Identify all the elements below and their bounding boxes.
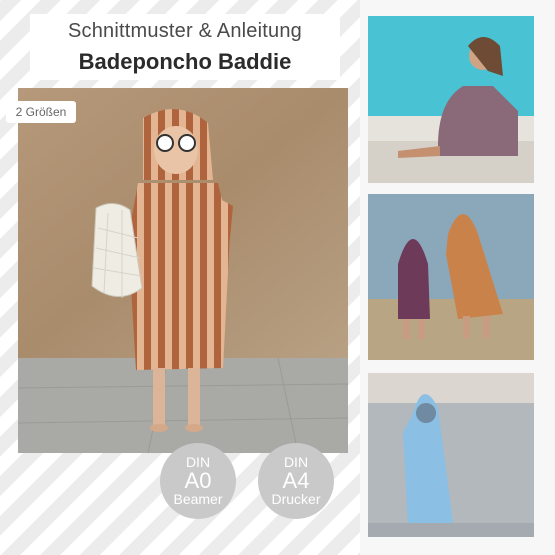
format-size-label: A4 (282, 468, 310, 493)
format-size-label: A0 (184, 468, 212, 493)
sizes-badge: 2 Größen (6, 101, 76, 123)
format-circle-a4: DIN A4 Drucker (258, 443, 334, 519)
main-photo (18, 88, 348, 453)
format-output-label: Beamer (173, 491, 223, 507)
page-title: Schnittmuster & Anleitung (67, 20, 302, 42)
product-name: Badeponcho Baddie (78, 49, 292, 74)
format-circle-a0: DIN A0 Beamer (160, 443, 236, 519)
title-box: Schnittmuster & Anleitung Badeponcho Bad… (30, 14, 340, 80)
format-output-label: Drucker (271, 491, 321, 507)
side-photo-pool (368, 16, 534, 183)
side-photo-child-sea (368, 373, 534, 537)
side-photo-two-kids-beach (368, 194, 534, 360)
